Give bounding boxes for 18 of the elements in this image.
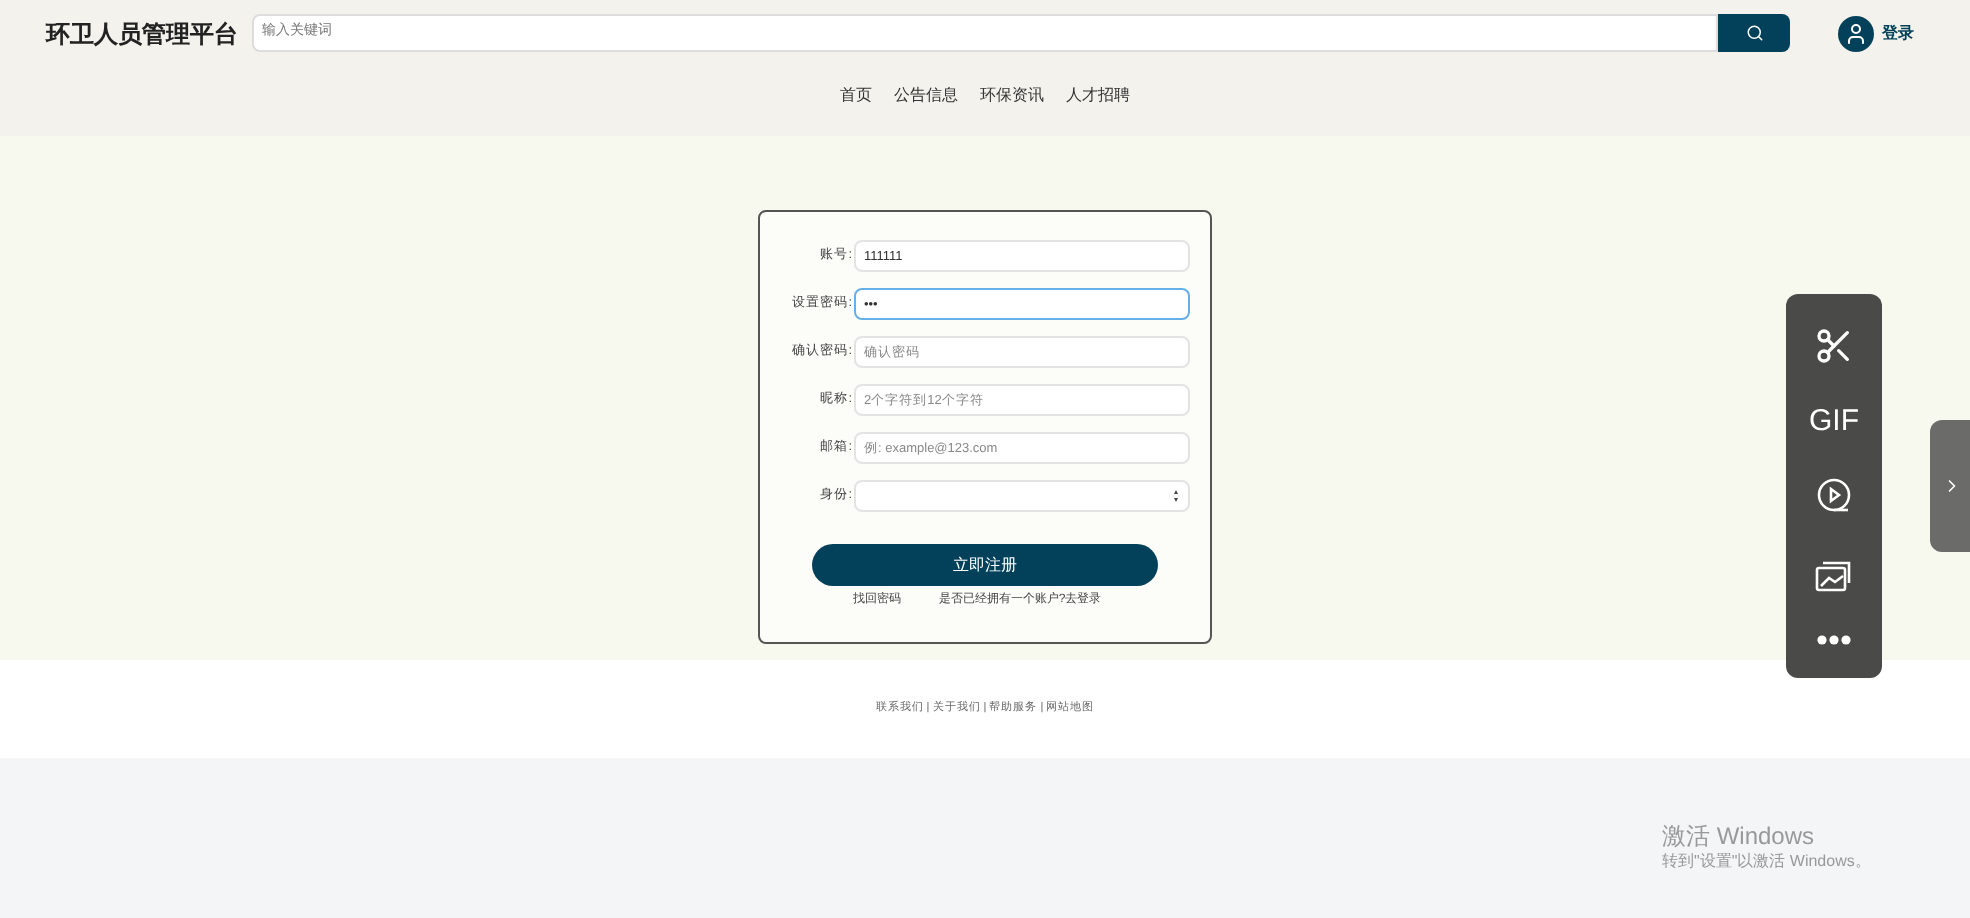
image-icon[interactable]	[1814, 557, 1854, 594]
search-icon	[1745, 24, 1763, 42]
select-arrows-icon	[1174, 490, 1180, 502]
scissors-icon[interactable]	[1814, 326, 1854, 367]
site-logo: 环卫人员管理平台	[46, 17, 238, 51]
nav-link[interactable]: 环保资讯	[980, 84, 1044, 108]
search-button[interactable]	[1718, 14, 1790, 52]
register-button[interactable]: 立即注册	[812, 544, 1158, 586]
login-link[interactable]: 登录	[1882, 21, 1914, 45]
gif-button[interactable]: GIF	[1809, 406, 1859, 437]
avatar-icon[interactable]	[1838, 15, 1874, 51]
activation-title: 激活 Windows	[1662, 822, 1817, 852]
nav-link[interactable]: 公告信息	[894, 84, 958, 108]
more-icon[interactable]	[1816, 633, 1852, 646]
record-icon[interactable]	[1814, 476, 1854, 517]
activation-subtitle: 转到"设置"以激活 Windows。	[1662, 852, 1871, 872]
nav-link[interactable]: 首页	[840, 84, 872, 108]
nav-link[interactable]: 人才招聘	[1066, 84, 1130, 108]
